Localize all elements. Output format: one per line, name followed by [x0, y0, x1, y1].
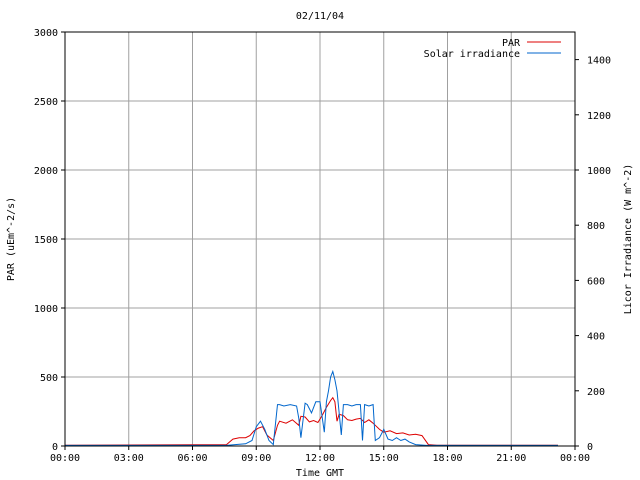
- x-tick-label: 00:00: [560, 453, 590, 464]
- chart-title: 02/11/04: [296, 11, 344, 22]
- chart: 00:00 03:00 06:00 09:00 12:00 15:00 18:00 21:00…: [6, 11, 634, 479]
- y-right-tick-label: 400: [587, 332, 605, 343]
- y-right-tick-label: 1200: [587, 111, 611, 122]
- y-left-tick-label: 2000: [34, 166, 58, 177]
- y-right-tick-label: 1000: [587, 166, 611, 177]
- y-right-axis-label: Licor Irradiance (W m^-2): [623, 164, 634, 315]
- x-tick-label: 12:00: [305, 453, 335, 464]
- y-left-tick-label: 2500: [34, 97, 58, 108]
- y-left-tick-label: 3000: [34, 28, 58, 39]
- x-tick-label: 03:00: [114, 453, 144, 464]
- y-left-tick-label: 1000: [34, 304, 58, 315]
- y-left-tick-label: 0: [52, 442, 58, 453]
- y-left-tick-label: 1500: [34, 235, 58, 246]
- y-right-tick-label: 800: [587, 221, 605, 232]
- x-tick-label: 06:00: [177, 453, 207, 464]
- x-tick-label: 18:00: [432, 453, 462, 464]
- y-right-tick-label: 600: [587, 276, 605, 287]
- x-tick-label: 09:00: [241, 453, 271, 464]
- y-right-tick-label: 0: [587, 442, 593, 453]
- x-axis-label: Time GMT: [296, 468, 344, 479]
- legend-label-solar-irradiance: Solar irradiance: [424, 49, 520, 60]
- x-tick-label: 00:00: [50, 453, 80, 464]
- y-right-tick-label: 200: [587, 387, 605, 398]
- legend-label-par: PAR: [502, 38, 521, 49]
- x-tick-label: 21:00: [496, 453, 526, 464]
- y-right-tick-label: 1400: [587, 56, 611, 67]
- x-tick-label: 15:00: [369, 453, 399, 464]
- y-left-axis-label: PAR (uEm^-2/s): [6, 197, 17, 281]
- y-left-tick-label: 500: [40, 373, 58, 384]
